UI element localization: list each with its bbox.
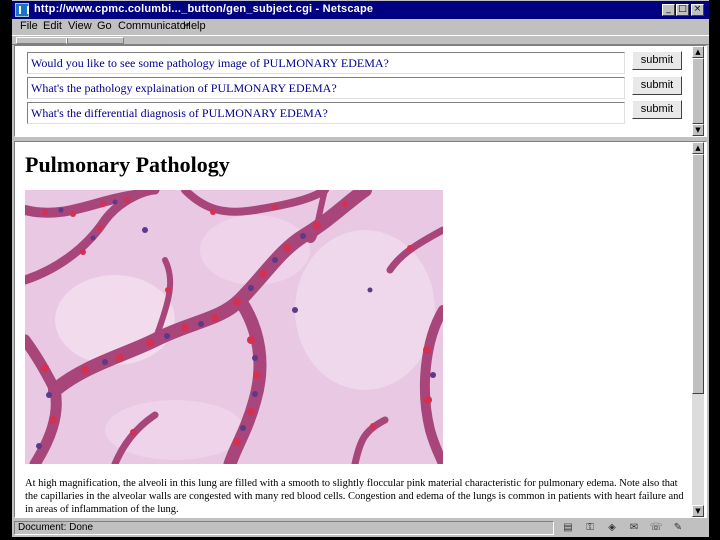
window-title: http://www.cpmc.columbi..._button/gen_su… (34, 3, 374, 15)
menu-bar: File Edit View Go Communicator Help (12, 19, 709, 35)
menu-go[interactable]: Go (97, 20, 112, 32)
page-title: Pulmonary Pathology (25, 152, 230, 177)
browser-window: http://www.cpmc.columbi..._button/gen_su… (12, 0, 709, 537)
question-frame-scrollbar[interactable]: ▲ ▼ (692, 46, 704, 136)
scrollbar-thumb[interactable] (692, 58, 704, 124)
scroll-up-icon[interactable]: ▲ (692, 46, 704, 58)
discussion-icon[interactable]: ☏ (648, 522, 664, 534)
composer-icon[interactable]: ✎ (670, 522, 686, 534)
scrollbar-thumb[interactable] (692, 154, 704, 394)
mail-icon[interactable]: ✉ (626, 522, 642, 534)
collapsed-toolbar-strip (12, 35, 709, 45)
status-text: Document: Done (14, 521, 554, 535)
content-frame: Pulmonary Pathology At high magnificatio… (14, 141, 707, 518)
pulmonary-edema-micrograph (25, 190, 443, 464)
menu-help[interactable]: Help (183, 20, 206, 32)
alveolar-space (295, 230, 435, 390)
toolbar-tab[interactable] (16, 37, 68, 44)
security-icon[interactable]: ⚿ (582, 522, 598, 534)
close-icon[interactable]: × (691, 4, 704, 16)
question-row[interactable]: What's the differential diagnosis of PUL… (27, 102, 625, 124)
scroll-up-icon[interactable]: ▲ (692, 142, 704, 154)
toolbar-tab[interactable] (66, 37, 124, 44)
question-row[interactable]: Would you like to see some pathology ima… (27, 52, 625, 74)
menu-communicator[interactable]: Communicator (118, 20, 190, 32)
question-text[interactable]: What's the pathology explaination of PUL… (31, 81, 337, 95)
question-row[interactable]: What's the pathology explaination of PUL… (27, 77, 625, 99)
maximize-icon[interactable]: □ (676, 4, 689, 16)
netscape-app-icon[interactable] (15, 3, 29, 17)
menu-file[interactable]: File (20, 20, 38, 32)
submit-button[interactable]: submit (632, 51, 682, 70)
title-bar[interactable]: http://www.cpmc.columbi..._button/gen_su… (12, 1, 709, 19)
scroll-down-icon[interactable]: ▼ (692, 124, 704, 136)
status-bar: Document: Done ▤ ⚿ ◈ ✉ ☏ ✎ (12, 519, 709, 537)
content-frame-scrollbar[interactable]: ▲ ▼ (692, 142, 704, 517)
question-text[interactable]: What's the differential diagnosis of PUL… (31, 106, 328, 120)
scroll-down-icon[interactable]: ▼ (692, 505, 704, 517)
submit-button[interactable]: submit (632, 76, 682, 95)
question-text[interactable]: Would you like to see some pathology ima… (31, 56, 389, 70)
alveolar-space (105, 400, 245, 460)
question-frame: Would you like to see some pathology ima… (14, 45, 707, 137)
menu-edit[interactable]: Edit (43, 20, 62, 32)
progress-icon: ▤ (563, 522, 573, 533)
image-caption: At high magnification, the alveoli in th… (25, 478, 684, 515)
menu-view[interactable]: View (68, 20, 92, 32)
minimize-icon[interactable]: _ (662, 4, 675, 16)
navigator-icon[interactable]: ◈ (604, 522, 620, 534)
submit-button[interactable]: submit (632, 100, 682, 119)
